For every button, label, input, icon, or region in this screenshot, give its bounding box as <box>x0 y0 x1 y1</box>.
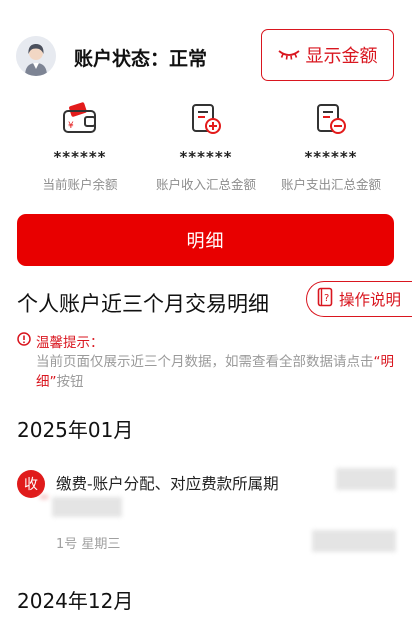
operation-guide-button[interactable]: ? 操作说明 <box>306 281 412 317</box>
svg-text:?: ? <box>324 293 329 304</box>
warning-icon <box>17 332 31 350</box>
masked-mark <box>40 495 48 499</box>
transaction-title[interactable]: 缴费-账户分配、对应费款所属期 <box>56 472 279 494</box>
eye-closed-icon <box>277 48 300 62</box>
stat-label: 账户支出汇总金额 <box>280 177 381 192</box>
show-amount-label: 显示金额 <box>305 46 378 67</box>
stat-income: ****** 账户收入汇总金额 <box>136 98 276 193</box>
user-avatar <box>16 36 56 76</box>
tip-body-text: 当前页面仅展示近三个月数据，如需查看全部数据请点击 <box>36 354 374 370</box>
stat-label: 当前账户余额 <box>42 177 118 192</box>
stat-expense: ****** 账户支出汇总金额 <box>261 98 401 193</box>
stat-value: ****** <box>179 148 233 166</box>
account-status: 账户状态：正常 <box>74 48 208 70</box>
stat-label: 账户收入汇总金额 <box>155 177 256 192</box>
income-badge: 收 <box>17 470 45 498</box>
show-amount-button[interactable]: 显示金额 <box>261 29 394 81</box>
income-document-icon <box>136 98 276 136</box>
stat-value: ****** <box>53 148 107 166</box>
masked-amount <box>336 468 396 490</box>
masked-subtitle <box>52 497 122 517</box>
tip-body: 当前页面仅展示近三个月数据，如需查看全部数据请点击“明细”按钮 <box>36 352 396 392</box>
tip-title: 温馨提示： <box>36 335 104 351</box>
stat-balance: ¥ ****** 当前账户余额 <box>10 98 150 193</box>
account-stats: ¥ ****** 当前账户余额 ****** 账户收入汇总金额 ****** 账… <box>0 98 412 198</box>
transaction-date: 1号 星期三 <box>56 537 121 552</box>
section-title: 个人账户近三个月交易明细 <box>17 292 269 316</box>
stat-value: ****** <box>304 148 358 166</box>
month-header: 2025年01月 <box>17 418 134 442</box>
tip-header: 温馨提示： <box>17 331 104 351</box>
masked-balance <box>312 530 396 552</box>
month-header: 2024年12月 <box>17 589 134 613</box>
svg-text:¥: ¥ <box>68 121 74 131</box>
detail-button[interactable]: 明细 <box>17 214 394 266</box>
guide-label: 操作说明 <box>339 291 402 309</box>
expense-document-icon <box>261 98 401 136</box>
wallet-icon: ¥ <box>10 98 150 136</box>
tip-body-suffix: 按钮 <box>56 374 84 390</box>
guide-book-icon: ? <box>317 287 333 311</box>
account-header: 账户状态：正常 显示金额 <box>0 0 412 96</box>
